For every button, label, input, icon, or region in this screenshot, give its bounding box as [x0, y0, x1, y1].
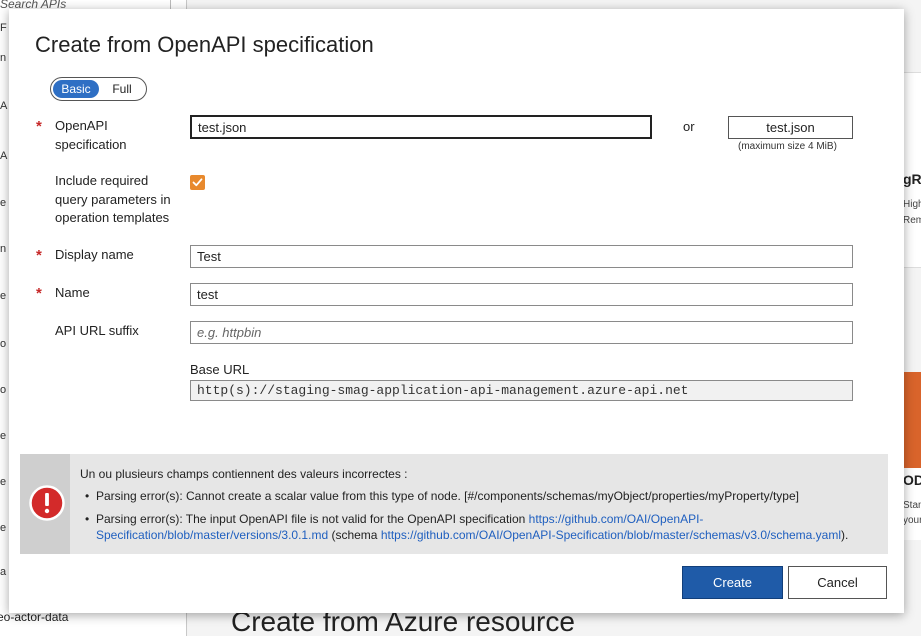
- background-card[interactable]: OD Stan your: [902, 468, 921, 540]
- sidebar-fragment: e: [0, 290, 7, 302]
- required-marker: *: [36, 118, 42, 135]
- display-name-input[interactable]: [190, 245, 853, 268]
- create-from-openapi-dialog: Create from OpenAPI specification Basic …: [9, 9, 904, 613]
- create-button[interactable]: Create: [682, 566, 783, 599]
- name-input[interactable]: [190, 283, 853, 306]
- openapi-spec-label: OpenAPI specification: [55, 117, 127, 154]
- include-params-checkbox[interactable]: [190, 175, 205, 190]
- error-message: Un ou plusieurs champs contiennent des v…: [80, 466, 870, 550]
- required-marker: *: [36, 247, 42, 264]
- sidebar-fragment: o: [0, 338, 7, 350]
- card-text: High: [903, 199, 921, 210]
- mode-full-option[interactable]: Full: [101, 80, 143, 98]
- required-marker: *: [36, 285, 42, 302]
- sidebar-fragment: a: [0, 566, 7, 578]
- background-card-banner: [902, 372, 921, 468]
- name-label: Name: [55, 285, 90, 300]
- file-size-hint: (maximum size 4 MiB): [738, 141, 837, 152]
- sidebar-fragment: A: [0, 150, 8, 162]
- dialog-title: Create from OpenAPI specification: [35, 32, 374, 57]
- card-title: OD: [903, 472, 921, 488]
- display-name-label: Display name: [55, 247, 134, 262]
- error-item: Parsing error(s): Cannot create a scalar…: [85, 488, 870, 504]
- sidebar-fragment: e: [0, 522, 7, 534]
- base-url-label: Base URL: [190, 362, 250, 377]
- checkmark-icon: [192, 178, 203, 187]
- sidebar-fragment: F: [0, 22, 7, 34]
- sidebar-fragment: e: [0, 197, 7, 209]
- error-list: Parsing error(s): Cannot create a scalar…: [80, 488, 870, 543]
- sidebar-fragment: e: [0, 430, 7, 442]
- card-text: your: [903, 515, 921, 526]
- card-text: Rem: [903, 215, 921, 226]
- api-url-suffix-input[interactable]: [190, 321, 853, 344]
- validation-error-panel: Un ou plusieurs champs contiennent des v…: [20, 454, 888, 554]
- error-item-text: ).: [841, 528, 849, 542]
- label-line: OpenAPI: [55, 118, 108, 133]
- label-line: operation templates: [55, 210, 170, 225]
- mode-basic-option[interactable]: Basic: [53, 80, 99, 98]
- card-text: Stan: [903, 500, 921, 511]
- openapi-spec-input[interactable]: [190, 115, 652, 139]
- error-item-text: Parsing error(s): The input OpenAPI file…: [96, 512, 529, 526]
- error-panel-gutter: [20, 454, 70, 554]
- or-text: or: [683, 119, 695, 134]
- sidebar-fragment: A: [0, 100, 8, 112]
- base-url-field: [190, 380, 853, 401]
- error-title: Un ou plusieurs champs contiennent des v…: [80, 467, 408, 481]
- background-card[interactable]: gRI High Rem: [902, 72, 921, 268]
- error-icon: [29, 485, 65, 521]
- error-item-text: (schema: [328, 528, 381, 542]
- sidebar-fragment: o: [0, 384, 7, 396]
- include-params-label: Include required query parameters in ope…: [55, 172, 171, 228]
- label-line: Include required: [55, 173, 149, 188]
- api-url-suffix-label: API URL suffix: [55, 323, 139, 338]
- label-line: query parameters in: [55, 191, 171, 207]
- schema-link[interactable]: https://github.com/OAI/OpenAPI-Specifica…: [381, 528, 841, 542]
- sidebar-fragment: n: [0, 243, 7, 255]
- mode-toggle: Basic Full: [50, 77, 147, 101]
- select-file-button[interactable]: test.json: [728, 116, 853, 139]
- sidebar-fragment: e: [0, 476, 7, 488]
- sidebar-fragment: n: [0, 52, 7, 64]
- card-title: gRI: [903, 171, 921, 187]
- label-line: specification: [55, 136, 127, 152]
- error-item-text: Parsing error(s): Cannot create a scalar…: [96, 489, 799, 503]
- error-item: Parsing error(s): The input OpenAPI file…: [85, 511, 870, 543]
- cancel-button[interactable]: Cancel: [788, 566, 887, 599]
